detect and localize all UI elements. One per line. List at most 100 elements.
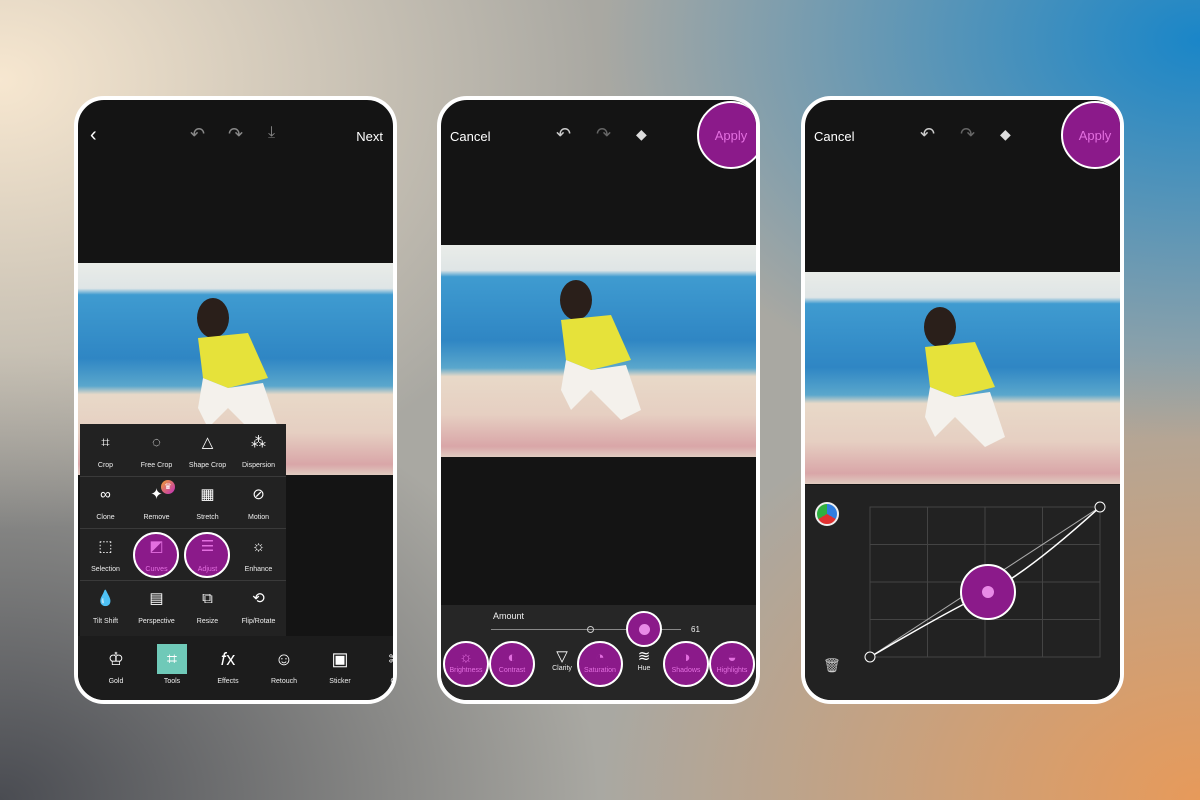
amount-label: Amount	[493, 611, 525, 621]
tool-contrast[interactable]: ◐ Contrast	[489, 641, 535, 687]
crown-icon: ♔	[107, 649, 125, 669]
tool-label: Free Crop	[140, 462, 173, 469]
tool-label: Curves	[145, 566, 168, 573]
tool-label: Contrast	[498, 667, 526, 674]
next-button[interactable]: Next	[356, 129, 383, 144]
top-bar: ‹ ↶ ↷ ⤓ Next	[78, 100, 393, 156]
phone-curves-screen: Cancel ↶ ↷ ◆ Apply 🗑	[801, 96, 1124, 704]
resize-icon: ⧉	[202, 590, 213, 607]
curves-panel: 🗑	[805, 485, 1120, 700]
tool-shape-crop[interactable]: △ Shape Crop	[182, 432, 233, 469]
tab-retouch[interactable]: ☺ Retouch	[256, 644, 312, 685]
tool-label: Clone	[96, 514, 115, 521]
tool-flip-rotate[interactable]: ⟲ Flip/Rotate	[233, 588, 284, 625]
tab-label: Effects	[217, 678, 239, 685]
perspective-icon: ▤	[149, 590, 164, 607]
drop-icon: 💧	[96, 590, 115, 607]
tool-clone[interactable]: ∞ Clone	[80, 484, 131, 521]
tool-tilt-shift[interactable]: 💧 Tilt Shift	[80, 588, 131, 625]
tool-perspective[interactable]: ▤ Perspective	[131, 588, 182, 625]
tool-label: Remove	[143, 514, 170, 521]
hue-icon: ≋	[637, 648, 651, 665]
selection-icon: ⬚	[98, 538, 113, 555]
tool-curves[interactable]: ◩ Curves	[131, 532, 182, 578]
row-divider	[80, 528, 286, 529]
face-icon: ☺	[274, 649, 294, 669]
tool-label: Enhance	[244, 566, 273, 573]
back-icon[interactable]: ‹	[90, 124, 97, 147]
tool-label: Shape Crop	[188, 462, 227, 469]
tool-enhance[interactable]: ☼ Enhance	[233, 536, 284, 573]
bottom-toolbar: ♔ Gold ⌗ Tools 𝑓x Effects ☺ Retouch ▣ Sticker ✂ Cut	[78, 636, 393, 700]
tab-cut[interactable]: ✂ Cut	[368, 644, 396, 685]
tab-label: Gold	[108, 678, 124, 685]
cancel-button[interactable]: Cancel	[450, 129, 490, 144]
cancel-button[interactable]: Cancel	[814, 129, 854, 144]
tool-label: Highlights	[716, 667, 748, 674]
tool-label: Flip/Rotate	[241, 618, 276, 625]
apply-button[interactable]: Apply	[697, 101, 756, 169]
crown-badge-icon: ♛	[161, 480, 175, 494]
curve-point-end	[1094, 501, 1106, 513]
tool-label: Saturation	[584, 667, 616, 674]
photo	[441, 245, 756, 457]
tool-remove[interactable]: ✦ ♛ Remove	[131, 480, 182, 521]
tab-effects[interactable]: 𝑓x Effects	[200, 644, 256, 685]
eraser-icon[interactable]: ◆	[636, 126, 647, 143]
fx-icon: 𝑓x	[220, 649, 236, 669]
motion-icon: ⊘	[252, 486, 265, 503]
undo-icon[interactable]: ↶	[190, 124, 205, 145]
tools-panel: ⌗ Crop ◌ Free Crop △ Shape Crop ⁂ Dispersion ∞ Cl…	[80, 424, 286, 636]
rotate-icon: ⟲	[252, 590, 265, 607]
redo-icon[interactable]: ↷	[596, 124, 611, 145]
curves-graph[interactable]	[860, 500, 1110, 670]
tab-sticker[interactable]: ▣ Sticker	[312, 644, 368, 685]
redo-icon[interactable]: ↷	[960, 124, 975, 145]
apply-button[interactable]: Apply	[1061, 101, 1120, 169]
tool-dispersion[interactable]: ⁂ Dispersion	[233, 432, 284, 469]
tool-resize[interactable]: ⧉ Resize	[182, 588, 233, 625]
tool-hue[interactable]: ≋ Hue	[621, 641, 667, 687]
tool-brightness[interactable]: ☼ Brightness	[443, 641, 489, 687]
trash-icon[interactable]: 🗑	[823, 657, 841, 674]
tab-tools[interactable]: ⌗ Tools	[144, 644, 200, 685]
crop-icon: ⌗	[101, 434, 110, 451]
tool-label: Resize	[196, 618, 219, 625]
highlights-icon: ◒	[727, 649, 737, 666]
tool-label: Motion	[247, 514, 269, 521]
tab-label: Cut	[390, 678, 396, 685]
free-crop-icon: ◌	[152, 434, 161, 451]
tool-stretch[interactable]: ▦ Stretch	[182, 484, 233, 521]
adjust-icon: ☰	[200, 538, 215, 555]
tool-adjust[interactable]: ☰ Adjust	[182, 532, 233, 578]
tool-label: Perspective	[138, 618, 175, 625]
brightness-icon: ☼	[459, 649, 473, 666]
tool-selection[interactable]: ⬚ Selection	[80, 536, 131, 573]
redo-icon[interactable]: ↷	[228, 124, 243, 145]
tool-free-crop[interactable]: ◌ Free Crop	[131, 432, 182, 469]
tool-crop[interactable]: ⌗ Crop	[80, 432, 131, 469]
tool-highlights[interactable]: ◒ Highlights	[709, 641, 755, 687]
photo-subject	[895, 297, 1015, 467]
row-divider	[80, 580, 286, 581]
tool-label: Crop	[97, 462, 114, 469]
eraser-icon[interactable]: ◆	[1000, 126, 1011, 143]
adjust-panel: Amount 61 ☼ Brightness ◐ Contrast ▽ Clarity ◔ S…	[441, 605, 756, 700]
phone-tools-screen: ‹ ↶ ↷ ⤓ Next ⌗ Crop ◌ Free Crop △ Shape Crop ⁂…	[74, 96, 397, 704]
triangle-icon: △	[201, 434, 214, 451]
enhance-icon: ☼	[251, 538, 266, 555]
tab-gold[interactable]: ♔ Gold	[88, 644, 144, 685]
stretch-grid-icon: ▦	[200, 486, 215, 503]
curve-point-start	[864, 651, 876, 663]
undo-icon[interactable]: ↶	[920, 124, 935, 145]
rgb-channel-icon[interactable]	[815, 502, 839, 526]
tool-saturation[interactable]: ◔ Saturation	[577, 641, 623, 687]
download-icon[interactable]: ⤓	[268, 124, 275, 142]
tool-motion[interactable]: ⊘ Motion	[233, 484, 284, 521]
scissors-icon: ✂	[381, 644, 393, 674]
undo-icon[interactable]: ↶	[556, 124, 571, 145]
tool-label: Selection	[91, 566, 120, 573]
sticker-icon: ▣	[331, 649, 349, 669]
tool-shadows[interactable]: ◑ Shadows	[663, 641, 709, 687]
tab-label: Sticker	[329, 678, 351, 685]
